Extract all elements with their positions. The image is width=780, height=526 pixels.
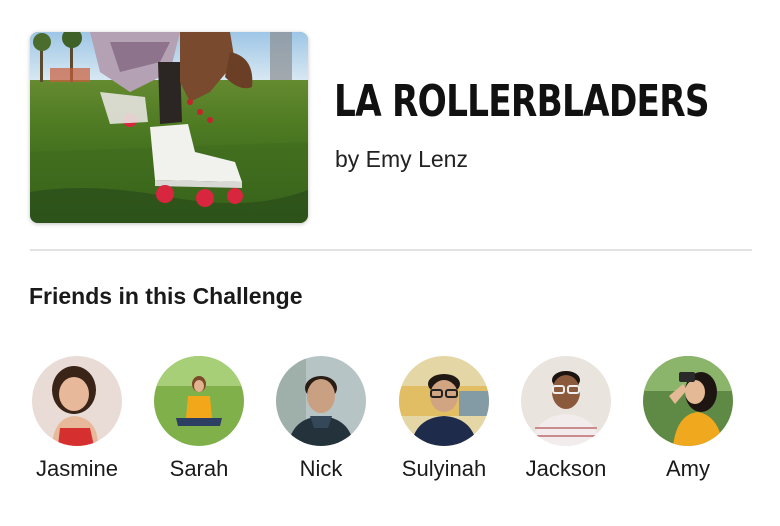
avatar[interactable] (276, 356, 366, 446)
friend-name: Amy (666, 456, 710, 481)
avatar-image (154, 356, 244, 446)
roller-skate-image (30, 32, 308, 223)
challenge-author[interactable]: by Emy Lenz (335, 146, 468, 173)
avatar-image (399, 356, 489, 446)
avatar-image (521, 356, 611, 446)
avatar[interactable] (643, 356, 733, 446)
avatar[interactable] (399, 356, 489, 446)
friend-name: Sulyinah (401, 456, 487, 481)
friend-item[interactable]: Jasmine (17, 356, 137, 496)
friend-item[interactable]: Jackson (506, 356, 626, 496)
friend-item[interactable]: Sarah (139, 356, 259, 496)
avatar-image (32, 356, 122, 446)
challenge-card: LA ROLLERBLADERS by Emy Lenz Friends in … (0, 0, 780, 526)
friends-heading: Friends in this Challenge (29, 283, 303, 309)
friend-name: Jasmine (36, 456, 118, 481)
friend-item[interactable]: Sulyinah (384, 356, 504, 496)
friend-item[interactable]: Amy (628, 356, 748, 496)
challenge-photo[interactable] (30, 32, 308, 223)
avatar[interactable] (32, 356, 122, 446)
avatar[interactable] (521, 356, 611, 446)
friend-name: Nick (299, 456, 343, 481)
friend-name: Jackson (525, 456, 607, 481)
divider (30, 249, 752, 251)
avatar-image (643, 356, 733, 446)
friend-item[interactable]: Nick (261, 356, 381, 496)
challenge-title: LA ROLLERBLADERS (334, 76, 710, 127)
avatar[interactable] (154, 356, 244, 446)
avatar-image (276, 356, 366, 446)
friends-list: Jasmine Sarah Nick Sulyinah Jackson Amy (0, 356, 780, 496)
friend-name: Sarah (169, 456, 229, 481)
